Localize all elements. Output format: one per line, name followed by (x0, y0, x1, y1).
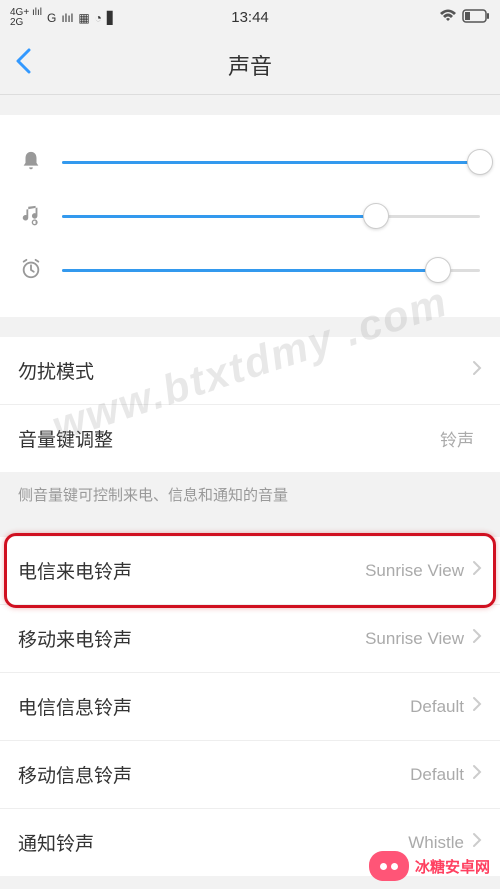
music-icon (20, 204, 44, 228)
alarm-slider[interactable] (62, 269, 480, 272)
alarm-icon (20, 258, 44, 282)
media-slider[interactable] (62, 215, 480, 218)
ringtone-item[interactable]: 电信信息铃声Default (0, 673, 500, 741)
chevron-right-icon (472, 695, 482, 718)
ringtone-label: 电信信息铃声 (18, 693, 410, 720)
status-right (439, 9, 490, 26)
sliders-section (0, 115, 500, 317)
chevron-right-icon (472, 627, 482, 650)
ringtone-label: 移动信息铃声 (18, 761, 410, 788)
chevron-right-icon (472, 559, 482, 582)
site-badge: 冰糖安卓网 (369, 851, 490, 881)
alarm-slider-row (20, 243, 480, 297)
badge-icon (369, 851, 409, 881)
ringtone-slider-row (20, 135, 480, 189)
bell-icon (20, 150, 44, 174)
ringtone-item[interactable]: 电信来电铃声Sunrise View (0, 537, 500, 605)
card-icon: ▦ (78, 11, 89, 25)
ringtone-item[interactable]: 移动来电铃声Sunrise View (0, 605, 500, 673)
volkey-item[interactable]: 音量键调整 铃声 (0, 405, 500, 472)
section-note: 侧音量键可控制来电、信息和通知的音量 (0, 472, 500, 517)
ringtone-value: Default (410, 697, 464, 717)
ringtone-value: Default (410, 765, 464, 785)
nav-bar: 声音 (0, 35, 500, 95)
ringtone-label: 电信来电铃声 (18, 557, 365, 584)
chevron-right-icon (472, 359, 482, 382)
ringtone-slider[interactable] (62, 161, 480, 164)
back-button[interactable] (15, 48, 31, 81)
page-title: 声音 (0, 49, 500, 81)
ringtone-item[interactable]: 移动信息铃声Default (0, 741, 500, 809)
note-icon: ▋ (107, 11, 116, 25)
wifi-icon (439, 9, 457, 26)
volkey-value: 铃声 (440, 426, 474, 451)
dnd-item[interactable]: 勿扰模式 (0, 337, 500, 405)
ringtone-label: 移动来电铃声 (18, 625, 365, 652)
battery-icon (462, 9, 490, 26)
chevron-right-icon (472, 763, 482, 786)
ringtone-value: Sunrise View (365, 629, 464, 649)
vpn-icon: ◔ (95, 11, 102, 25)
status-left: 4G+ ılıl2G G ılıl ▦ ◔ ▋ (10, 8, 116, 28)
ringtone-label: 通知铃声 (18, 829, 408, 856)
status-bar: 4G+ ılıl2G G ılıl ▦ ◔ ▋ 13:44 (0, 0, 500, 35)
status-time: 13:44 (231, 9, 269, 26)
badge-text: 冰糖安卓网 (415, 856, 490, 877)
volkey-label: 音量键调整 (18, 425, 440, 452)
dnd-label: 勿扰模式 (18, 357, 472, 384)
ringtone-value: Whistle (408, 833, 464, 853)
section-general: 勿扰模式 音量键调整 铃声 (0, 337, 500, 472)
media-slider-row (20, 189, 480, 243)
section-ringtones: 电信来电铃声Sunrise View移动来电铃声Sunrise View电信信息… (0, 537, 500, 876)
ringtone-value: Sunrise View (365, 561, 464, 581)
